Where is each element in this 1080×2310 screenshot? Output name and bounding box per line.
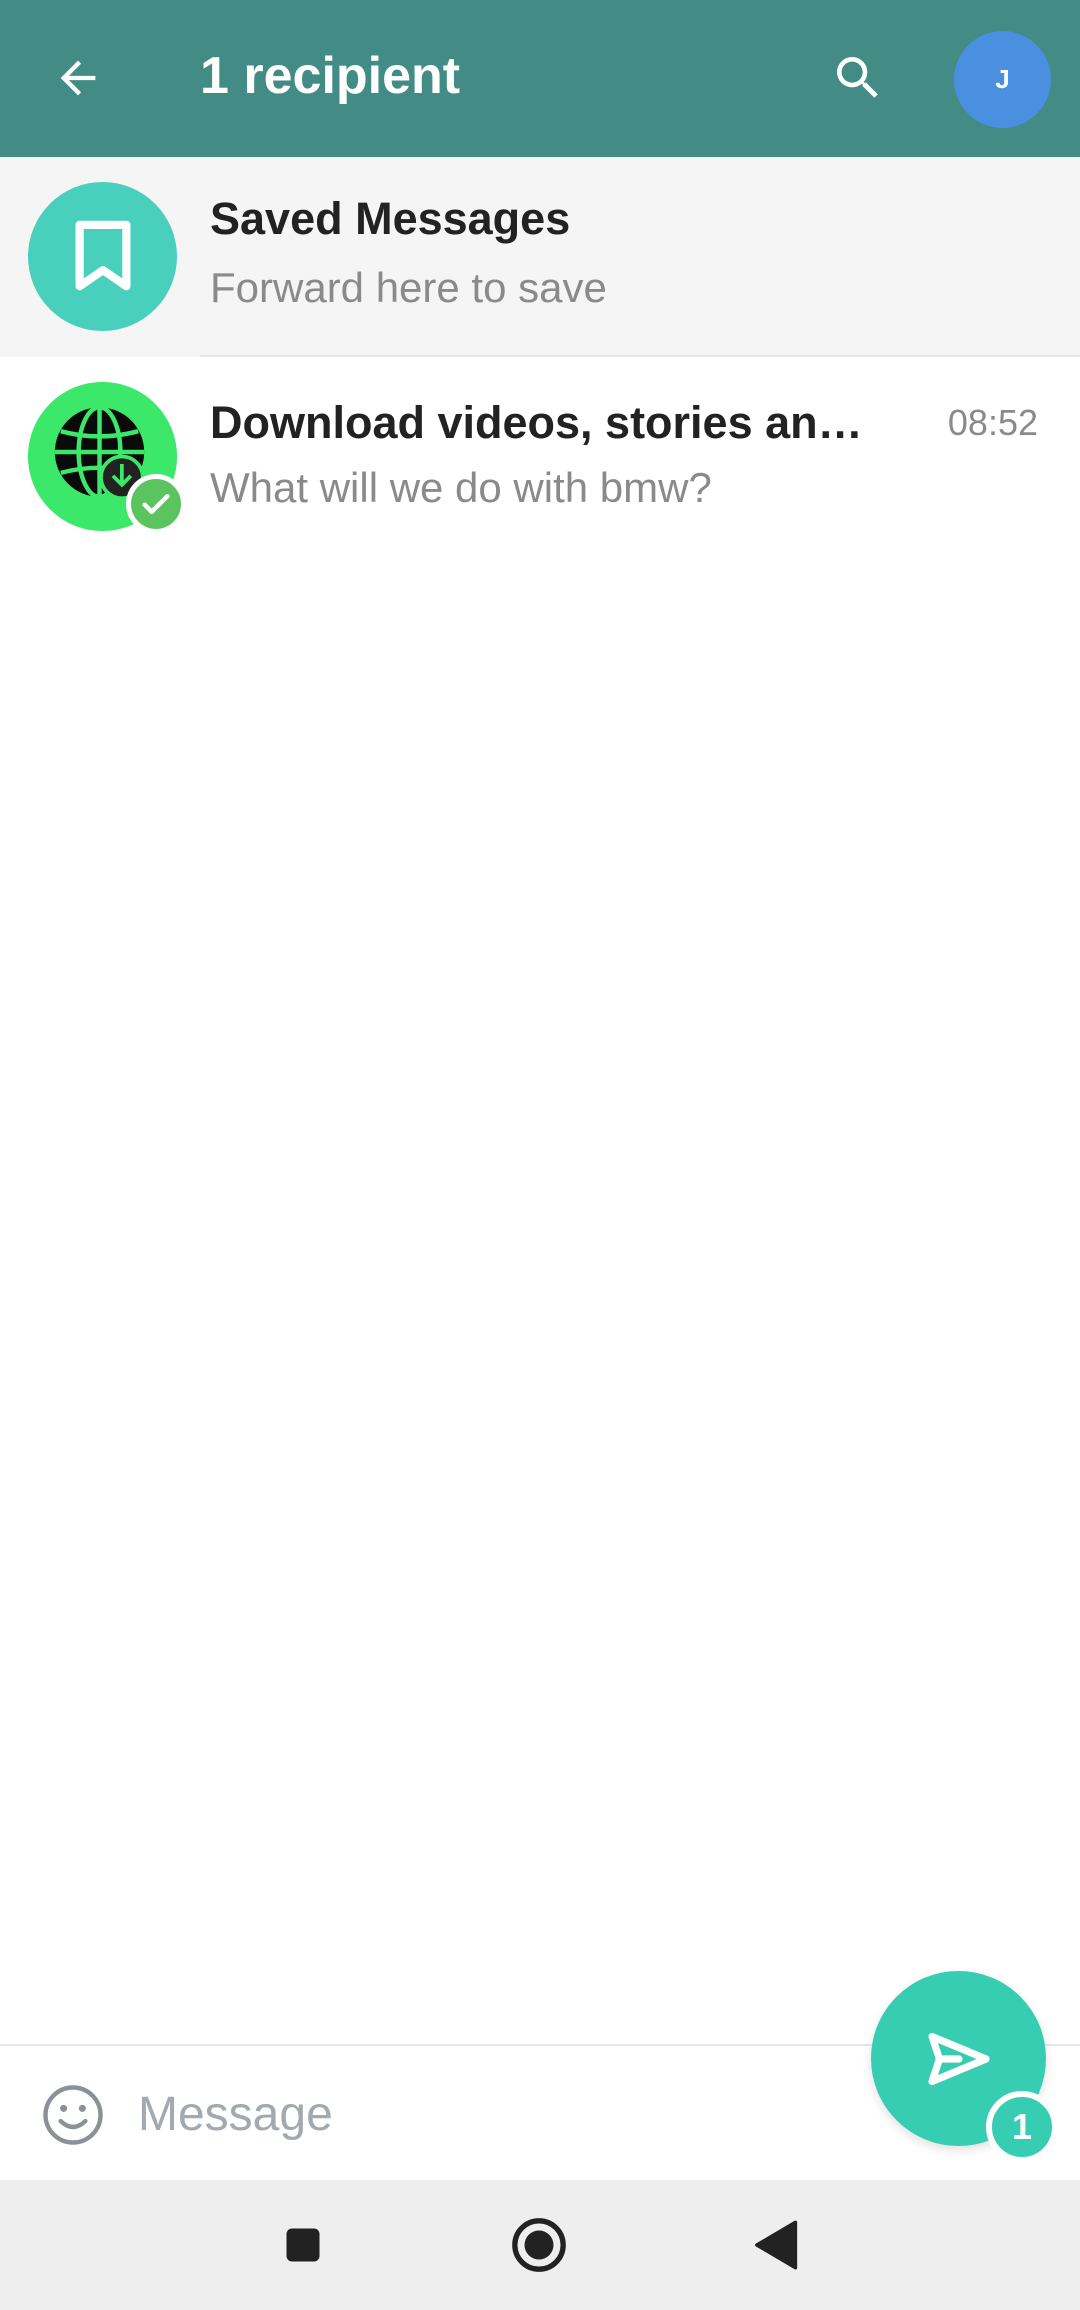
emoji-button[interactable] [40, 2082, 106, 2148]
back-button[interactable] [38, 38, 118, 118]
system-back-button[interactable] [740, 2210, 810, 2280]
chat-time: 08:52 [947, 402, 1038, 443]
recents-square-icon [286, 2228, 320, 2262]
check-icon [142, 493, 170, 515]
chat-name: Saved Messages [210, 193, 571, 244]
search-icon [837, 57, 878, 98]
send-icon [927, 2032, 990, 2085]
system-nav-bar [0, 2180, 1080, 2310]
account-avatar[interactable]: J [954, 31, 1051, 128]
chat-subtitle: Forward here to save [210, 264, 607, 311]
selected-count-badge: 1 [986, 2091, 1058, 2163]
page-title: 1 recipient [200, 47, 461, 105]
chat-name: Download videos, stories and r... [210, 397, 890, 448]
back-triangle-icon [755, 2220, 798, 2270]
message-input[interactable] [138, 2076, 838, 2152]
bookmark-icon [75, 220, 130, 290]
home-circle-icon [512, 2218, 566, 2272]
chat-row-saved-messages[interactable]: Saved Messages Forward here to save [0, 157, 1080, 357]
chat-subtitle: What will we do with bmw? [210, 464, 712, 511]
top-app-bar: 1 recipient J [0, 0, 1080, 157]
chat-row-download-videos[interactable]: Download videos, stories and r... 08:52 … [0, 357, 1080, 557]
home-button[interactable] [504, 2210, 574, 2280]
arrow-left-icon [60, 60, 96, 96]
recents-button[interactable] [268, 2210, 338, 2280]
share-recipient-screen: 1 recipient J Saved Messages Forward her… [0, 0, 1080, 2310]
smile-icon [43, 2085, 103, 2145]
saved-messages-avatar [28, 182, 177, 331]
selected-check-badge [126, 474, 186, 534]
search-button[interactable] [818, 38, 898, 118]
